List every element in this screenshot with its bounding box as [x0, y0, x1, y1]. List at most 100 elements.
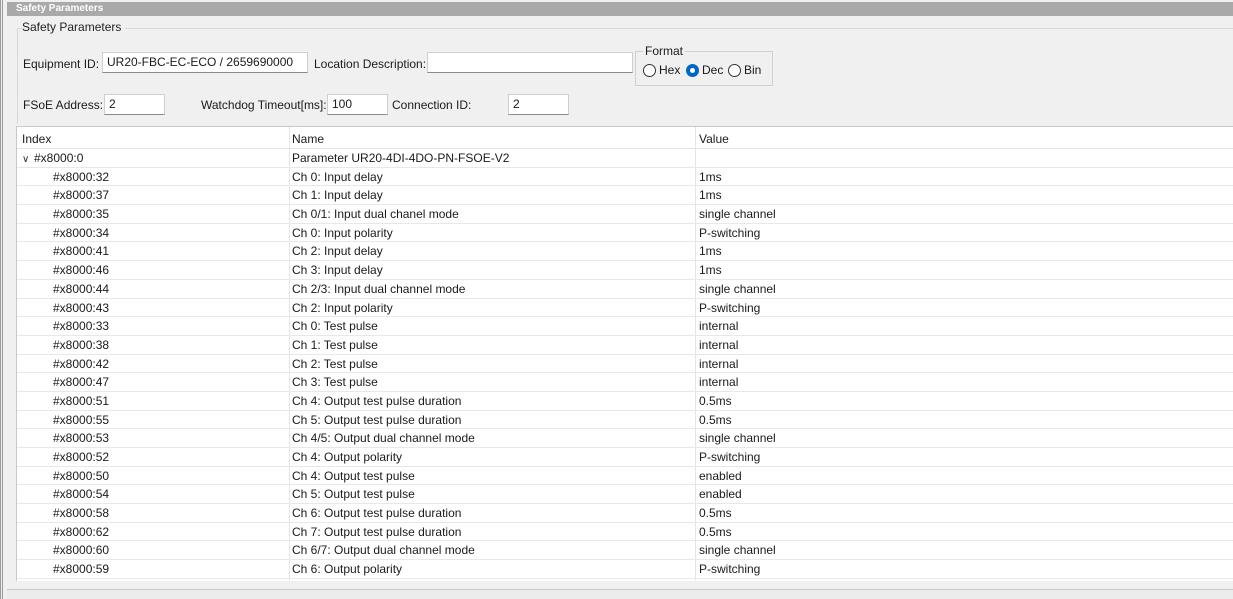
header-name[interactable]: Name [292, 132, 324, 146]
table-row[interactable]: #x8000:35 Ch 0/1: Input dual chanel mode s… [17, 205, 1233, 224]
group-border [17, 28, 1233, 29]
equipment-id-field[interactable]: UR20-FBC-EC-ECO / 2659690000 [102, 52, 308, 73]
row-name: Ch 3: Input delay [292, 263, 383, 278]
table-row[interactable]: #x8000:60 Ch 6/7: Output dual channel mod… [17, 541, 1233, 561]
row-name: Ch 5: Output test pulse duration [292, 412, 462, 427]
table-row[interactable]: #x8000:52 Ch 4: Output polarity P-switchin… [17, 448, 1233, 467]
row-index: #x8000:43 [53, 300, 110, 315]
fsoe-address-label: FSoE Address: [23, 98, 104, 112]
table-row[interactable]: #x8000:34 Ch 0: Input polarity P-switching [17, 224, 1233, 243]
table-body: ∨ #x8000:0 Parameter UR20-4DI-4DO-PN-FSOE… [17, 149, 1233, 579]
row-index: #x8000:55 [53, 412, 110, 427]
row-name: Ch 1: Input delay [292, 188, 383, 203]
fsoe-address-field[interactable]: 2 [104, 94, 165, 115]
table-row[interactable]: #x8000:33 Ch 0: Test pulse internal [17, 317, 1233, 336]
row-index: #x8000:32 [53, 169, 110, 184]
row-name: Ch 2/3: Input dual channel mode [292, 281, 466, 296]
header-index[interactable]: Index [22, 132, 51, 146]
table-row[interactable]: #x8000:42 Ch 2: Test pulse internal [17, 355, 1233, 374]
format-label: Format [643, 44, 686, 58]
row-value: P-switching [699, 450, 761, 464]
row-index: #x8000:35 [53, 207, 110, 222]
table-row[interactable]: #x8000:58 Ch 6: Output test pulse duratio… [17, 504, 1233, 523]
row-value: single channel [699, 207, 776, 222]
row-name: Ch 6: Output test pulse duration [292, 506, 462, 521]
format-dec-radio[interactable]: Dec [686, 63, 723, 77]
row-name: Ch 2: Input delay [292, 244, 383, 259]
row-index: #x8000:37 [53, 188, 110, 203]
table-row[interactable]: #x8000:51 Ch 4: Output test pulse duratio… [17, 392, 1233, 411]
tree-parent-row[interactable]: ∨ #x8000:0 Parameter UR20-4DI-4DO-PN-FSOE… [17, 149, 1233, 168]
row-index: #x8000:58 [53, 506, 110, 521]
format-bin-radio[interactable]: Bin [728, 63, 761, 77]
connection-id-field[interactable]: 2 [508, 94, 569, 115]
row-index: #x8000:59 [53, 562, 110, 577]
row-name: Ch 4: Output test pulse [292, 468, 415, 483]
row-value: internal [699, 337, 739, 352]
table-row[interactable]: #x8000:32 Ch 0: Input delay 1ms [17, 168, 1233, 187]
format-hex-label: Hex [659, 63, 681, 77]
equipment-id-label: Equipment ID: [23, 57, 100, 71]
table-row[interactable]: #x8000:38 Ch 1: Test pulse internal [17, 336, 1233, 355]
row-value: 1ms [699, 169, 722, 184]
row-name: Ch 3: Test pulse [292, 375, 378, 390]
row-value: P-switching [699, 225, 761, 240]
row-name: Ch 2: Input polarity [292, 300, 393, 315]
table-row[interactable]: #x8000:41 Ch 2: Input delay 1ms [17, 242, 1233, 262]
row-index: #x8000:46 [53, 263, 110, 278]
format-hex-radio[interactable]: Hex [643, 63, 680, 77]
row-name: Ch 0: Input polarity [292, 225, 393, 240]
row-index: #x8000:52 [53, 450, 110, 464]
safety-parameters-window: Safety Parameters Safety Parameters Equi… [0, 0, 1233, 599]
row-name: Ch 1: Test pulse [292, 337, 378, 352]
row-index: #x8000:54 [53, 487, 110, 502]
row-name: Ch 6: Output polarity [292, 562, 403, 577]
watchdog-timeout-field[interactable]: 100 [327, 94, 388, 115]
table-row[interactable]: #x8000:50 Ch 4: Output test pulse enabled [17, 467, 1233, 486]
location-description-label: Location Description: [314, 57, 427, 71]
row-name: Ch 0/1: Input dual chanel mode [292, 207, 459, 222]
row-index: #x8000:41 [53, 244, 110, 259]
row-value: 0.5ms [699, 393, 732, 408]
table-row[interactable]: #x8000:44 Ch 2/3: Input dual channel mode… [17, 280, 1233, 299]
row-value: 0.5ms [699, 412, 732, 427]
format-bin-label: Bin [744, 63, 762, 77]
row-index: #x8000:51 [53, 393, 110, 408]
row-value: 0.5ms [699, 524, 732, 539]
row-index: #x8000:34 [53, 225, 110, 240]
row-value: internal [699, 375, 739, 390]
connection-id-label: Connection ID: [392, 98, 472, 112]
tree-parent-index: ∨ #x8000:0 [22, 149, 83, 169]
row-value: P-switching [699, 300, 761, 315]
row-name: Ch 5: Output test pulse [292, 487, 415, 502]
radio-bin-circle [728, 63, 741, 77]
row-value: single channel [699, 281, 776, 296]
row-index: #x8000:38 [53, 337, 110, 352]
table-header: Index Name Value [17, 127, 1233, 149]
table-row[interactable]: #x8000:43 Ch 2: Input polarity P-switching [17, 299, 1233, 318]
table-row[interactable]: #x8000:59 Ch 6: Output polarity P-switchin… [17, 560, 1233, 579]
row-value: single channel [699, 543, 776, 558]
radio-dec-circle [686, 63, 699, 77]
table-row[interactable]: #x8000:62 Ch 7: Output test pulse duratio… [17, 523, 1233, 542]
table-row[interactable]: #x8000:47 Ch 3: Test pulse internal [17, 373, 1233, 392]
row-name: Ch 0: Test pulse [292, 319, 378, 334]
table-row[interactable]: #x8000:55 Ch 5: Output test pulse duratio… [17, 411, 1233, 430]
row-name: Ch 4: Output test pulse duration [292, 393, 462, 408]
row-index: #x8000:62 [53, 524, 110, 539]
table-row[interactable]: #x8000:54 Ch 5: Output test pulse enabled [17, 485, 1233, 505]
row-value: P-switching [699, 562, 761, 577]
header-value[interactable]: Value [699, 132, 729, 146]
row-index: #x8000:42 [53, 356, 110, 371]
row-index: #x8000:50 [53, 468, 110, 483]
table-row[interactable]: #x8000:37 Ch 1: Input delay 1ms [17, 186, 1233, 206]
location-description-field[interactable] [427, 52, 633, 73]
chevron-down-icon[interactable]: ∨ [22, 151, 34, 169]
row-value: enabled [699, 487, 742, 502]
row-index: #x8000:60 [53, 543, 110, 558]
row-name: Ch 2: Test pulse [292, 356, 378, 371]
table-row[interactable]: #x8000:46 Ch 3: Input delay 1ms [17, 261, 1233, 280]
row-value: single channel [699, 431, 776, 446]
table-row[interactable]: #x8000:53 Ch 4/5: Output dual channel mod… [17, 429, 1233, 448]
row-index: #x8000:33 [53, 319, 110, 334]
